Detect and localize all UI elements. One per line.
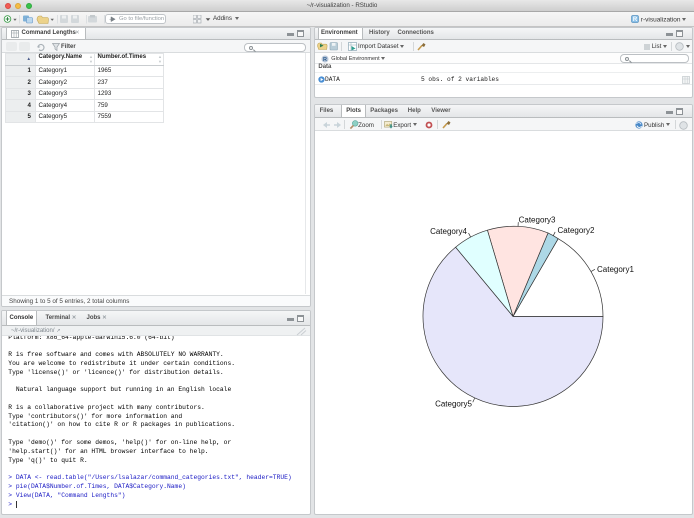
svg-text:Category5: Category5 [435, 400, 472, 409]
svg-text:Category3: Category3 [519, 216, 556, 225]
svg-text:Category4: Category4 [430, 227, 467, 236]
svg-text:R: R [633, 17, 638, 23]
svg-text:Category2: Category2 [558, 226, 595, 235]
svg-text:Category1: Category1 [597, 265, 634, 274]
svg-text:R: R [323, 57, 327, 63]
